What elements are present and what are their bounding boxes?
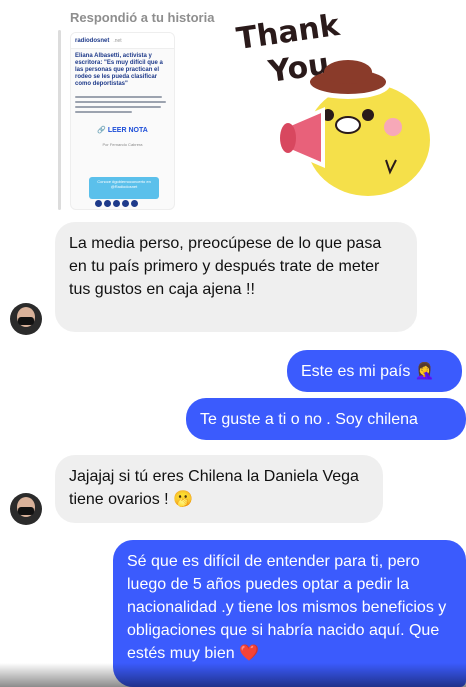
story-site-domain: .net xyxy=(113,37,122,44)
share-icon xyxy=(104,200,111,207)
share-icon xyxy=(95,200,102,207)
message-incoming[interactable]: La media perso, preocúpese de lo que pas… xyxy=(55,222,417,332)
read-more-button: 🔗 LEER NOTA xyxy=(97,127,148,134)
story-share-icons xyxy=(95,200,138,207)
story-footer-banner: Conoce #gobiernoconcerto en @Radiodosnet xyxy=(89,177,159,199)
bottom-shadow xyxy=(0,663,466,687)
message-text: Sé que es difícil de entender para ti, p… xyxy=(127,553,447,662)
story-byline: Por Fernando Cabrera xyxy=(102,142,143,147)
message-text: Este es mi país xyxy=(301,363,411,380)
contact-avatar[interactable] xyxy=(10,303,42,335)
message-text: Jajajaj si tú eres Chilena la Daniela Ve… xyxy=(69,468,359,508)
story-headline: Eliana Albasetti, activista y escritora:… xyxy=(75,53,163,87)
message-outgoing[interactable]: Este es mi país 🤦‍♀️ xyxy=(287,350,462,392)
story-reply-label: Respondió a tu historia xyxy=(70,10,215,25)
contact-avatar[interactable] xyxy=(10,493,42,525)
message-outgoing[interactable]: Te guste a ti o no . Soy chilena xyxy=(186,398,466,440)
share-icon xyxy=(113,200,120,207)
thank-you-chick-sticker: Thank You xyxy=(232,5,436,202)
red-heart-icon: ❤️ xyxy=(239,645,259,662)
story-header: radiodosnet .net xyxy=(71,33,174,49)
message-incoming[interactable]: Jajajaj si tú eres Chilena la Daniela Ve… xyxy=(55,455,383,523)
message-text: La media perso, preocúpese de lo que pas… xyxy=(69,235,382,298)
story-preview[interactable]: radiodosnet .net Eliana Albasetti, activ… xyxy=(70,32,175,210)
woman-facepalming-icon: 🤦‍♀️ xyxy=(414,363,435,380)
message-text: Te guste a ti o no . Soy chilena xyxy=(200,411,418,428)
reply-quote-bar xyxy=(58,30,61,210)
story-body-lines xyxy=(71,92,174,120)
story-site-logo: radiodosnet xyxy=(75,37,110,44)
hand-over-mouth-icon: 🫢 xyxy=(173,491,193,508)
share-icon xyxy=(122,200,129,207)
share-icon xyxy=(131,200,138,207)
